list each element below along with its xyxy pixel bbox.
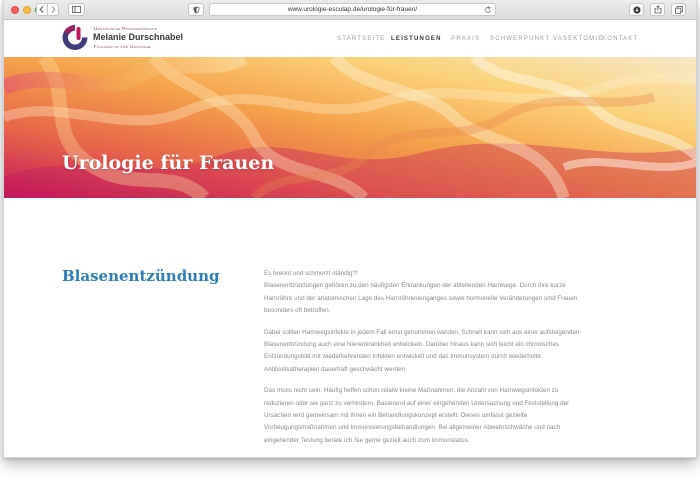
paragraph-line: Blasenentzündungen gehören zu den häufig… [264,282,566,290]
shield-icon [193,6,199,13]
paragraph: Das muss nicht sein. Häufig helfen schon… [264,385,640,447]
downloads-button[interactable] [629,3,644,16]
paragraph-line: reduzieren oder sie ganz zu verhindern. … [264,399,570,407]
paragraph-line: eingehender Testung berate ich Sie gerne… [264,436,470,444]
nav-item-schwerpunkt-vasektomie[interactable]: SCHWERPUNKT VASEKTOMIE [490,36,603,42]
paragraph-line: Harnröhre und der anatomischen Lage des … [264,294,578,302]
download-icon [633,6,640,13]
nav-item-startseite[interactable]: STARTSEITE [337,36,385,42]
tabs-icon [674,5,683,14]
paragraph-line: Entzündungsbild mit wiederkehrenden Infe… [264,353,541,361]
paragraph-line: besonders oft betroffen. [264,307,331,315]
hero-title: Urologie für Frauen [62,152,275,174]
section-title: Blasenentzündung [62,267,220,285]
browser-window: www.urologie-esculap.de/urologie-für-fra… [3,0,697,458]
nav-item-leistungen[interactable]: LEISTUNGEN [391,36,442,42]
nav-item-kontakt[interactable]: KONTAKT [602,36,638,42]
nav-item-praxis[interactable]: PRAXIS [451,36,480,42]
paragraph: Dabei sollten Harnwegsinfekte in jedem F… [264,327,640,377]
forward-button[interactable] [47,3,59,16]
paragraph-line: Blasenentzündung auch eine Nierenkrankhe… [264,341,560,349]
main-navigation: STARTSEITE LEISTUNGEN PRAXIS SCHWERPUNKT… [4,36,696,46]
close-window-button[interactable] [11,6,19,14]
address-bar[interactable]: www.urologie-esculap.de/urologie-für-fra… [209,3,496,16]
hero-background-image [4,57,696,198]
privacy-button[interactable] [188,3,204,16]
reload-icon[interactable] [484,6,492,14]
paragraph-line: Es brennt und schmerzt ständig?! [264,270,358,277]
brand-tagline: Urologische Privatarztpraxis [94,26,158,31]
share-icon [654,5,661,14]
hero-banner: Urologie für Frauen [4,57,696,198]
paragraph-line: Dabei sollten Harnwegsinfekte in jedem F… [264,328,580,336]
paragraph-line: Das muss nicht sein. Häufig helfen schon… [264,387,559,395]
paragraph-line: Antibiotikatherapien dauerhaft geschwäch… [264,365,407,373]
sidebar-icon [72,6,81,13]
tabs-overview-button[interactable] [671,3,686,16]
minimize-window-button[interactable] [23,6,31,14]
paragraph-line: Ursachen wird gemeinsam mit Ihnen ein Be… [264,412,528,420]
paragraph-line: Vorbeugungsmaßnahmen und Immunisierungsb… [264,424,561,432]
browser-toolbar: www.urologie-esculap.de/urologie-für-fra… [4,0,696,20]
chevron-left-icon [39,6,44,13]
paragraph: Es brennt und schmerzt ständig?! Blasene… [264,268,640,318]
share-button[interactable] [650,3,665,16]
url-text: www.urologie-esculap.de/urologie-für-fra… [287,6,418,13]
content-body: Es brennt und schmerzt ständig?! Blasene… [264,268,640,456]
chevron-right-icon [51,6,56,13]
sidebar-button[interactable] [68,3,85,16]
site-header: Urologische Privatarztpraxis Melanie Dur… [4,20,696,57]
